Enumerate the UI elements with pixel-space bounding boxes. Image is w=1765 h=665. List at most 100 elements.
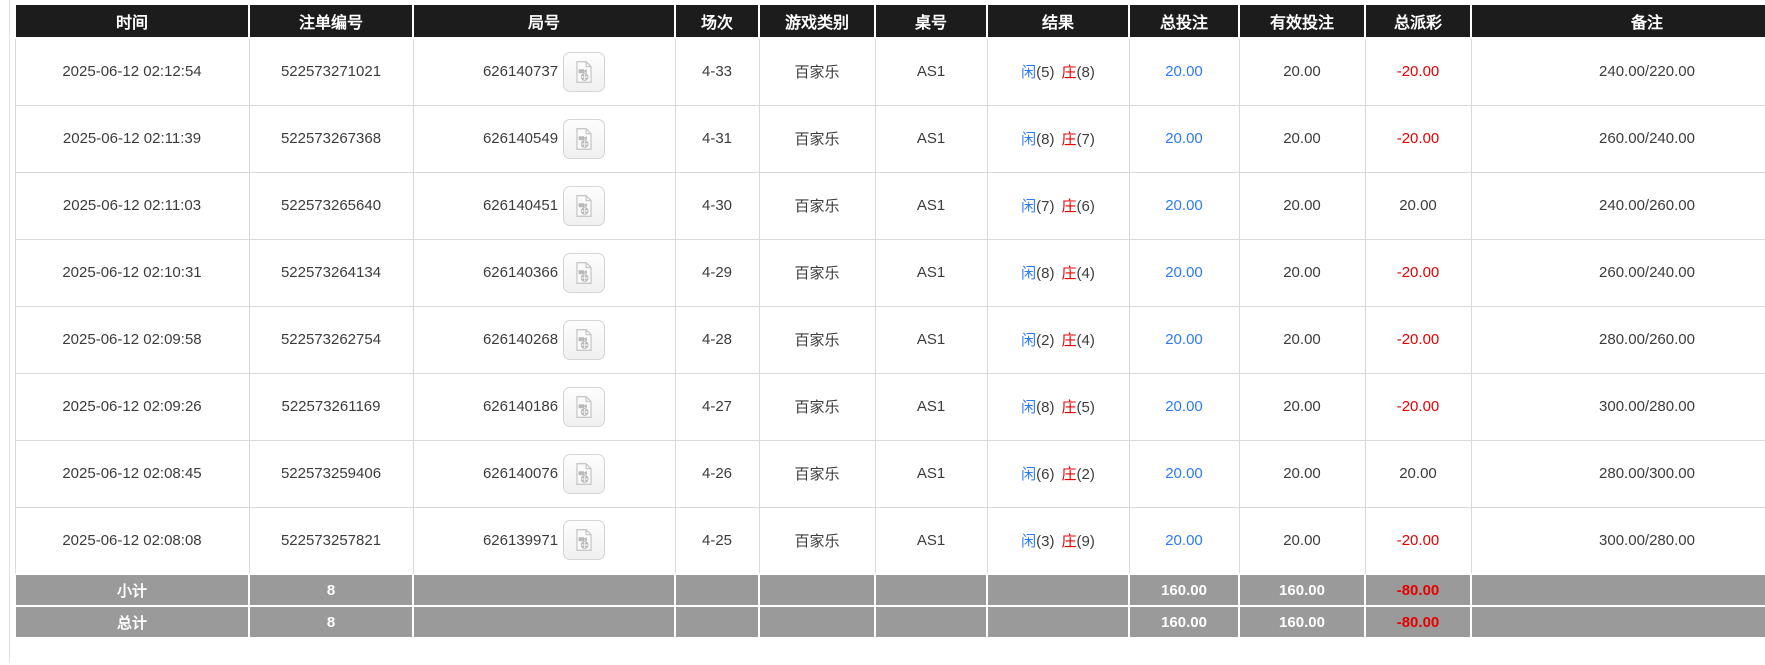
result-player-label: 闲 (1021, 64, 1036, 81)
result-banker-label: 庄 (1062, 64, 1077, 81)
video-file-icon (571, 260, 597, 286)
video-replay-button[interactable] (563, 320, 605, 360)
col-header-payout: 总派彩 (1365, 4, 1471, 38)
cell-bet-no: 522573267368 (249, 105, 413, 172)
table-row: 2025-06-12 02:11:03 522573265640 6261404… (15, 172, 1765, 239)
cell-time: 2025-06-12 02:08:08 (15, 507, 249, 574)
col-header-total-bet: 总投注 (1129, 4, 1239, 38)
cell-total-bet: 20.00 (1129, 172, 1239, 239)
cell-time: 2025-06-12 02:09:26 (15, 373, 249, 440)
cell-total-bet: 20.00 (1129, 38, 1239, 105)
cell-round-no: 626140549 (413, 105, 675, 172)
col-header-remark: 备注 (1471, 4, 1765, 38)
table-row: 2025-06-12 02:09:26 522573261169 6261401… (15, 373, 1765, 440)
cell-result: 闲(7)庄(6) (987, 172, 1129, 239)
bet-records-table: 时间 注单编号 局号 场次 游戏类别 桌号 结果 总投注 有效投注 总派彩 备注… (14, 3, 1765, 639)
col-header-time: 时间 (15, 4, 249, 38)
cell-remark: 240.00/220.00 (1471, 38, 1765, 105)
cell-time: 2025-06-12 02:11:39 (15, 105, 249, 172)
cell-payout: 20.00 (1365, 440, 1471, 507)
table-row: 2025-06-12 02:09:58 522573262754 6261402… (15, 306, 1765, 373)
cell-game-type: 百家乐 (759, 373, 875, 440)
cell-time: 2025-06-12 02:10:31 (15, 239, 249, 306)
video-replay-button[interactable] (563, 52, 605, 92)
col-header-table-no: 桌号 (875, 4, 987, 38)
result-banker-points: (7) (1077, 131, 1095, 148)
result-banker-points: (6) (1077, 198, 1095, 215)
cell-valid-bet: 20.00 (1239, 507, 1365, 574)
cell-bet-no: 522573271021 (249, 38, 413, 105)
col-header-round-no: 局号 (413, 4, 675, 38)
cell-table-no: AS1 (875, 105, 987, 172)
subtotal-total-bet: 160.00 (1129, 574, 1239, 606)
cell-remark: 260.00/240.00 (1471, 239, 1765, 306)
round-number: 626139971 (483, 532, 558, 549)
result-player-label: 闲 (1021, 131, 1036, 148)
video-file-icon (571, 527, 597, 553)
result-player-points: (8) (1036, 399, 1054, 416)
cell-game-type: 百家乐 (759, 306, 875, 373)
cell-session: 4-33 (675, 38, 759, 105)
subtotal-empty-cell (675, 574, 759, 606)
cell-bet-no: 522573257821 (249, 507, 413, 574)
result-player-label: 闲 (1021, 399, 1036, 416)
cell-round-no: 626140451 (413, 172, 675, 239)
cell-bet-no: 522573264134 (249, 239, 413, 306)
subtotal-empty-cell (875, 574, 987, 606)
cell-remark: 280.00/300.00 (1471, 440, 1765, 507)
video-replay-button[interactable] (563, 454, 605, 494)
cell-payout: 20.00 (1365, 172, 1471, 239)
col-header-valid-bet: 有效投注 (1239, 4, 1365, 38)
grand-total-count: 8 (249, 606, 413, 638)
table-row: 2025-06-12 02:08:08 522573257821 6261399… (15, 507, 1765, 574)
video-replay-button[interactable] (563, 520, 605, 560)
round-number: 626140366 (483, 264, 558, 281)
col-header-bet-no: 注单编号 (249, 4, 413, 38)
grand-total-valid-bet: 160.00 (1239, 606, 1365, 638)
grand-total-payout: -80.00 (1365, 606, 1471, 638)
cell-game-type: 百家乐 (759, 172, 875, 239)
video-replay-button[interactable] (563, 119, 605, 159)
video-replay-button[interactable] (563, 186, 605, 226)
cell-round-no: 626140366 (413, 239, 675, 306)
result-banker-points: (5) (1077, 399, 1095, 416)
subtotal-remark (1471, 574, 1765, 606)
cell-total-bet: 20.00 (1129, 373, 1239, 440)
result-player-label: 闲 (1021, 198, 1036, 215)
subtotal-payout: -80.00 (1365, 574, 1471, 606)
cell-bet-no: 522573265640 (249, 172, 413, 239)
header-row: 时间 注单编号 局号 场次 游戏类别 桌号 结果 总投注 有效投注 总派彩 备注 (15, 4, 1765, 38)
result-player-points: (3) (1036, 533, 1054, 550)
result-player-label: 闲 (1021, 533, 1036, 550)
result-banker-label: 庄 (1062, 466, 1077, 483)
table-row: 2025-06-12 02:12:54 522573271021 6261407… (15, 38, 1765, 105)
table-row: 2025-06-12 02:10:31 522573264134 6261403… (15, 239, 1765, 306)
cell-session: 4-29 (675, 239, 759, 306)
round-number: 626140076 (483, 465, 558, 482)
video-replay-button[interactable] (563, 387, 605, 427)
cell-table-no: AS1 (875, 38, 987, 105)
result-banker-points: (4) (1077, 265, 1095, 282)
result-banker-label: 庄 (1062, 332, 1077, 349)
round-number: 626140186 (483, 398, 558, 415)
grand-total-empty-cell (875, 606, 987, 638)
cell-total-bet: 20.00 (1129, 507, 1239, 574)
subtotal-empty-cell (987, 574, 1129, 606)
cell-payout: -20.00 (1365, 507, 1471, 574)
cell-remark: 260.00/240.00 (1471, 105, 1765, 172)
cell-table-no: AS1 (875, 440, 987, 507)
result-player-label: 闲 (1021, 265, 1036, 282)
grand-total-remark (1471, 606, 1765, 638)
cell-table-no: AS1 (875, 306, 987, 373)
cell-valid-bet: 20.00 (1239, 172, 1365, 239)
cell-time: 2025-06-12 02:12:54 (15, 38, 249, 105)
cell-game-type: 百家乐 (759, 507, 875, 574)
video-replay-button[interactable] (563, 253, 605, 293)
video-file-icon (571, 59, 597, 85)
cell-result: 闲(8)庄(5) (987, 373, 1129, 440)
cell-valid-bet: 20.00 (1239, 105, 1365, 172)
result-banker-points: (2) (1077, 466, 1095, 483)
cell-remark: 280.00/260.00 (1471, 306, 1765, 373)
cell-result: 闲(2)庄(4) (987, 306, 1129, 373)
result-player-label: 闲 (1021, 332, 1036, 349)
